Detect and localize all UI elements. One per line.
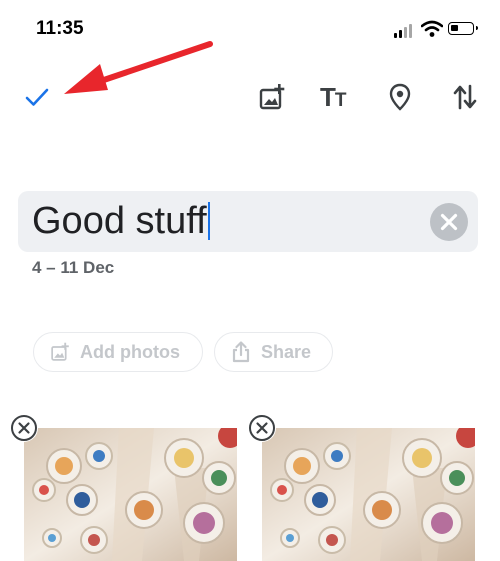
wifi-icon — [421, 20, 443, 37]
annotation-arrow — [64, 41, 213, 94]
battery-icon — [448, 22, 478, 35]
text-cursor — [207, 202, 210, 240]
add-photos-button[interactable]: Add photos — [33, 332, 203, 372]
remove-photo-button[interactable] — [248, 414, 276, 442]
add-photo-icon[interactable] — [258, 83, 286, 111]
share-icon — [232, 341, 250, 363]
remove-photo-button[interactable] — [10, 414, 38, 442]
photo-thumbnail[interactable] — [24, 428, 237, 561]
photo-image — [262, 428, 475, 561]
cellular-signal-icon — [394, 24, 416, 38]
status-time: 11:35 — [36, 18, 84, 39]
share-label: Share — [261, 341, 312, 362]
photo-image — [24, 428, 237, 561]
close-circle-icon — [11, 415, 37, 441]
text-format-icon[interactable]: TT — [320, 82, 346, 113]
album-title-input[interactable]: Good stuff — [32, 199, 210, 243]
sort-arrows-icon[interactable] — [452, 83, 480, 111]
done-checkmark-icon[interactable] — [24, 84, 50, 110]
album-title-value: Good stuff — [32, 200, 207, 242]
album-date-range: 4 – 11 Dec — [32, 258, 115, 277]
close-circle-icon — [249, 415, 275, 441]
share-button[interactable]: Share — [214, 332, 333, 372]
album-title-field[interactable]: Good stuff — [18, 191, 478, 252]
add-photos-label: Add photos — [80, 341, 180, 362]
text-format-glyph-large: T — [320, 82, 336, 112]
photo-thumbnail[interactable] — [262, 428, 475, 561]
location-pin-icon[interactable] — [386, 83, 414, 111]
close-icon — [440, 213, 458, 231]
add-photo-icon — [51, 342, 69, 361]
text-format-glyph-small: T — [334, 90, 347, 111]
clear-title-button[interactable] — [430, 203, 468, 241]
